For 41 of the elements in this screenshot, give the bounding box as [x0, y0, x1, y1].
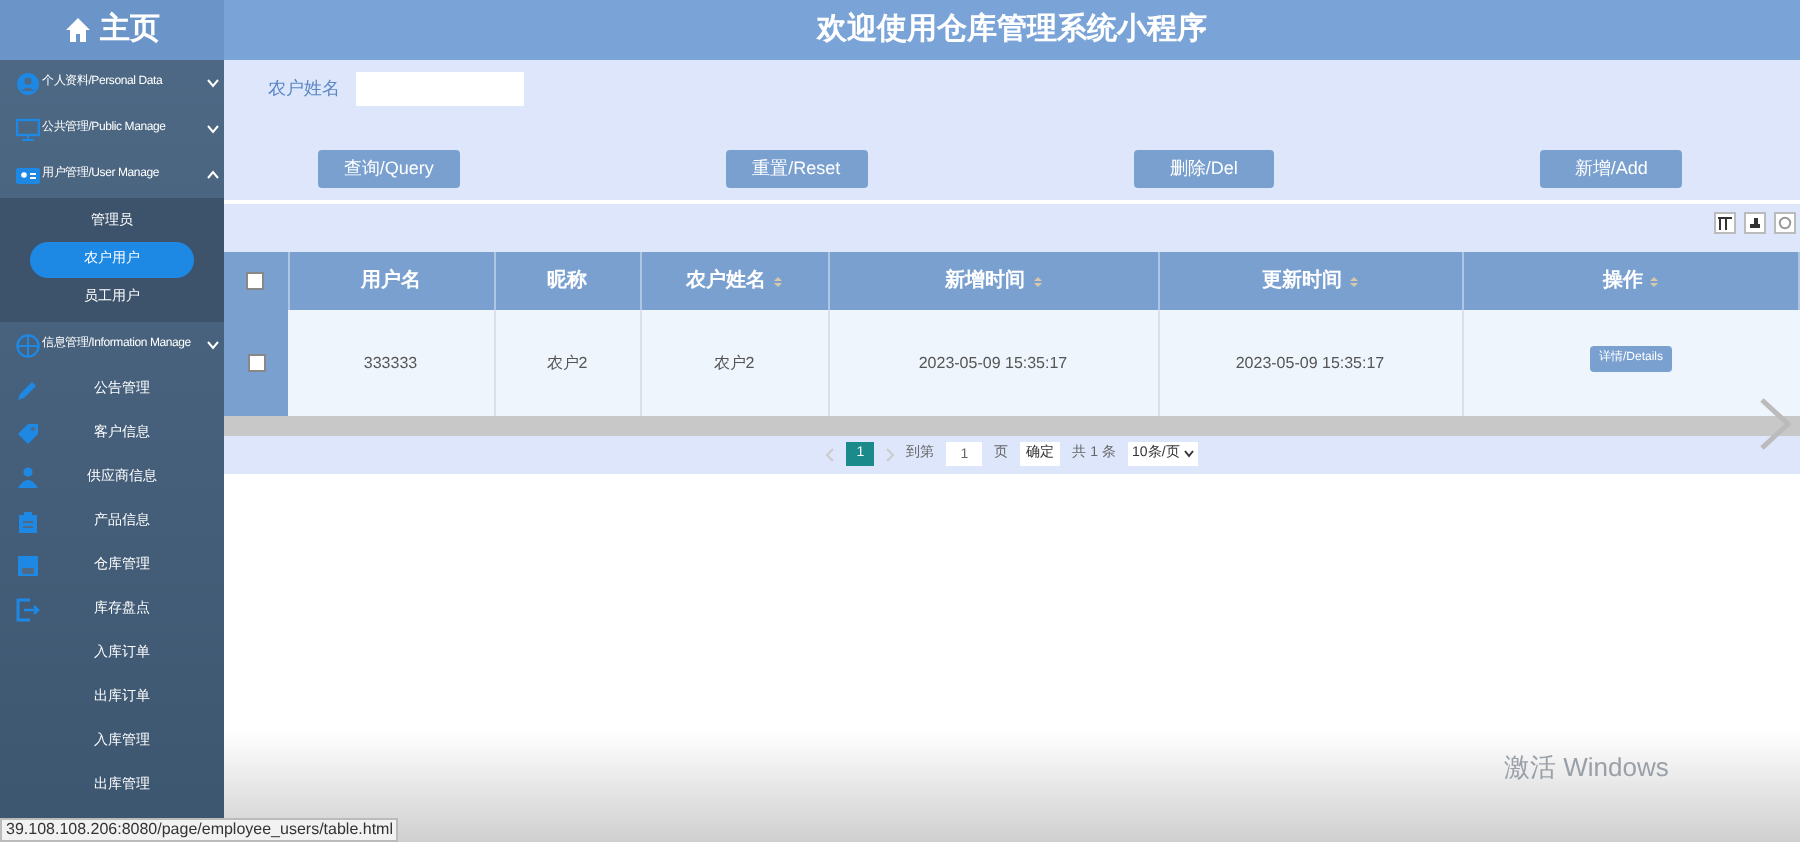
sort-icon[interactable]	[774, 275, 782, 287]
column-title: 昵称	[547, 267, 587, 296]
column-title: 用户名	[361, 266, 421, 296]
header-title: 欢迎使用仓库管理系统小程序	[817, 9, 1207, 50]
people-icon	[16, 466, 40, 490]
monitor-icon	[16, 117, 40, 141]
export-icon[interactable]	[1744, 212, 1766, 234]
search-label: 农户姓名	[268, 75, 340, 102]
url-tooltip: 39.108.108.206:8080/page/employee_users/table.html	[0, 818, 399, 842]
table-cell: 农户2	[713, 353, 755, 371]
user-icon	[16, 71, 40, 95]
horizontal-scrollbar[interactable]	[224, 416, 1800, 436]
table-cell: 农户2	[546, 353, 588, 371]
column-title: 农户姓名	[686, 266, 766, 296]
column-title: 操作	[1602, 267, 1643, 296]
table-cell: 2023-05-09 15:35:17	[1235, 353, 1385, 371]
column-title: 更新时间	[1262, 266, 1342, 296]
floppy-icon	[16, 554, 40, 578]
print-icon[interactable]	[1774, 212, 1796, 234]
select-all-checkbox[interactable]	[246, 271, 265, 290]
caret-icon	[1183, 450, 1194, 458]
search-field[interactable]	[356, 72, 524, 106]
row-checkbox[interactable]	[247, 353, 265, 372]
sort-icon[interactable]	[1350, 275, 1358, 287]
table-cell: 2023-05-09 15:35:17	[918, 353, 1068, 371]
sort-icon[interactable]	[1033, 275, 1041, 287]
exit-icon	[16, 598, 40, 622]
activation-notice: 激活 Windows	[1504, 750, 1669, 786]
next-page-icon[interactable]	[886, 447, 895, 461]
column-title: 新增时间	[945, 266, 1025, 296]
columns-icon[interactable]	[1714, 212, 1736, 234]
home-icon	[64, 16, 92, 44]
clipboard-icon	[16, 510, 40, 534]
globe-icon	[16, 333, 40, 357]
tag-icon	[16, 422, 40, 446]
pen-icon	[16, 378, 40, 402]
sort-icon[interactable]	[1650, 275, 1659, 287]
id-card-icon	[16, 163, 40, 187]
table-cell: 333333	[363, 353, 418, 371]
previous-page-icon[interactable]	[826, 447, 835, 461]
brand-title: 主页	[100, 9, 160, 50]
